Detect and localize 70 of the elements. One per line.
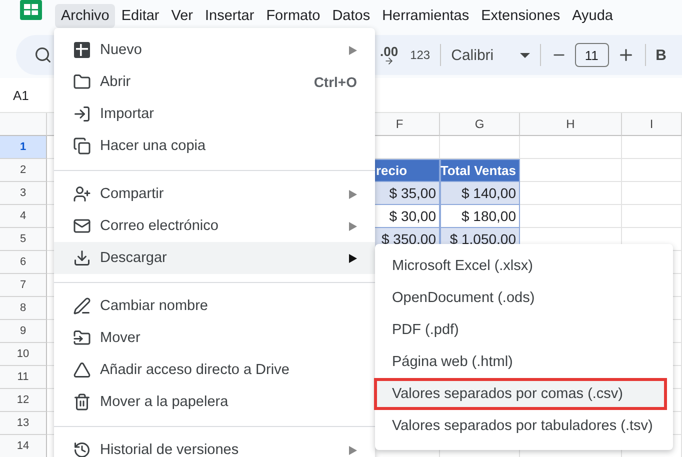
cell-reference[interactable]: A1	[13, 88, 29, 102]
menu-item[interactable]: Valores separados por tabuladores (.tsv)	[375, 410, 667, 442]
menu-item[interactable]: PDF (.pdf)	[375, 314, 667, 346]
menu-bar-item[interactable]: Herramientas	[376, 4, 476, 28]
menu-item[interactable]: Mover	[54, 322, 375, 354]
row-header[interactable]: 13	[0, 412, 47, 435]
mail-icon	[73, 217, 91, 235]
caret-icon	[520, 52, 530, 58]
menu-bar-item[interactable]: Insertar	[199, 4, 260, 28]
menu-item[interactable]: Nuevo	[54, 34, 375, 66]
menu-item[interactable]: OpenDocument (.ods)	[375, 282, 667, 314]
row-header[interactable]: 2	[0, 159, 47, 182]
search-icon[interactable]	[34, 46, 52, 64]
row-header[interactable]: 3	[0, 182, 47, 205]
add-person-icon	[73, 185, 91, 203]
menu-bar-item[interactable]: Archivo	[55, 4, 116, 28]
folder-arrow-icon	[73, 329, 91, 347]
menu-bar-item[interactable]: Ver	[165, 4, 200, 28]
row-header[interactable]: 4	[0, 205, 47, 228]
grid-icon	[73, 41, 91, 59]
menu-bar-item[interactable]: Extensiones	[475, 4, 566, 28]
menu-bar-item[interactable]: Ayuda	[566, 4, 619, 28]
import-arrow-icon	[73, 105, 91, 123]
row-header[interactable]: 7	[0, 274, 47, 297]
font-dropdown[interactable]: Calibri	[451, 46, 530, 64]
menu-bar-item[interactable]: Formato	[260, 4, 326, 28]
column-header[interactable]: H	[520, 113, 622, 136]
spreadsheet-logo-icon[interactable]	[20, 0, 42, 20]
arrow-icon	[384, 56, 394, 66]
triangle-icon	[73, 361, 91, 379]
menu-bar-item[interactable]: Editar	[115, 4, 166, 28]
row-header[interactable]: 11	[0, 366, 47, 389]
font-size-field[interactable]: 11	[574, 43, 609, 67]
trash-icon	[73, 393, 91, 411]
grid-cell	[622, 205, 682, 228]
row-header[interactable]: 6	[0, 251, 47, 274]
menu-item[interactable]: Cambiar nombre	[54, 290, 375, 322]
menu-item[interactable]: Abrir Ctrl+O	[54, 66, 375, 98]
menu-item[interactable]: Historial de versiones	[54, 434, 375, 457]
copy-icon	[73, 137, 91, 155]
menu-item[interactable]: Añadir acceso directo a Drive	[54, 354, 375, 386]
table-cell: $ 140,00	[440, 182, 520, 205]
row-header[interactable]: 5	[0, 228, 47, 251]
grid-cell	[622, 136, 682, 159]
menu-bar-item[interactable]: Datos	[326, 4, 376, 28]
menu-item[interactable]: Mover a la papelera	[54, 386, 375, 418]
menu-item[interactable]: Descargar	[54, 242, 375, 274]
shortcut-text: Ctrl+O	[314, 74, 357, 90]
row-header[interactable]: 9	[0, 320, 47, 343]
row-header[interactable]: 14	[0, 435, 47, 457]
folder-icon	[73, 73, 91, 91]
column-header[interactable]: I	[622, 113, 682, 136]
row-header[interactable]: 12	[0, 389, 47, 412]
history-icon	[73, 441, 91, 457]
download-icon	[73, 249, 91, 267]
grid-cell	[622, 182, 682, 205]
menu-item[interactable]: Valores separados por comas (.csv)	[374, 378, 667, 410]
menu-item[interactable]: Página web (.html)	[375, 346, 667, 378]
row-header[interactable]: 1	[0, 136, 47, 159]
table-cell: $ 180,00	[440, 205, 520, 228]
pencil-icon	[73, 297, 91, 315]
number-format-button[interactable]: 123	[410, 48, 430, 62]
table-header-cell: Total Ventas	[440, 159, 520, 182]
menu-item[interactable]: Microsoft Excel (.xlsx)	[375, 250, 667, 282]
grid-cell	[622, 159, 682, 182]
bold-button[interactable]: B	[656, 46, 666, 64]
row-header[interactable]: 10	[0, 343, 47, 366]
row-header[interactable]: 8	[0, 297, 47, 320]
column-header[interactable]: G	[440, 113, 520, 136]
increase-decimal-button[interactable]: .00	[380, 44, 398, 66]
